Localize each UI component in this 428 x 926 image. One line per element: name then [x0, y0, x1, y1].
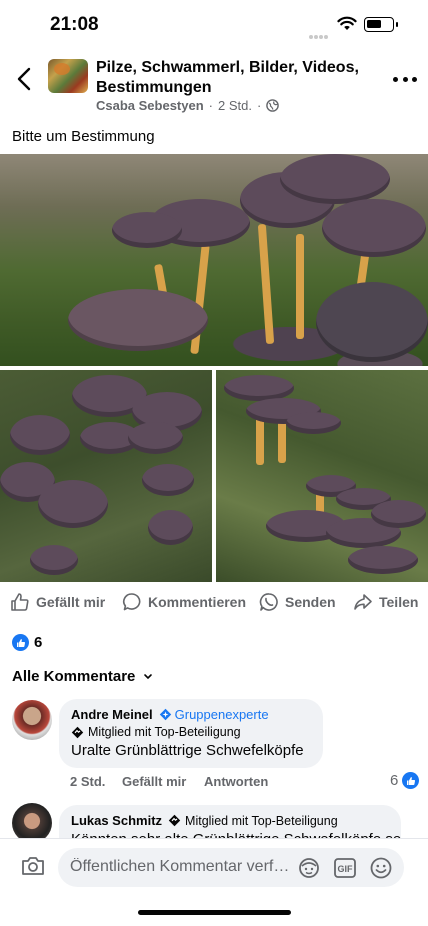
top-member-badge: Mitglied mit Top-Beteiligung [71, 725, 311, 739]
status-bar: 21:08 [0, 0, 428, 50]
reaction-count: 6 [34, 634, 43, 651]
expert-icon [159, 708, 171, 721]
svg-text:GIF: GIF [338, 864, 354, 874]
status-time: 21:08 [50, 14, 99, 35]
like-button-label: Gefällt mir [36, 594, 106, 610]
post-text: Bitte um Bestimmung [12, 128, 155, 145]
gif-icon: GIF [334, 858, 356, 878]
chevron-left-icon [17, 67, 31, 91]
comment-icon [123, 593, 141, 611]
send-button[interactable]: Senden [259, 592, 336, 612]
share-icon [354, 594, 372, 610]
back-button[interactable] [12, 64, 36, 94]
like-reaction-icon [12, 634, 29, 651]
camera-icon [22, 857, 44, 875]
expert-badge: Gruppenexperte [159, 707, 269, 722]
top-member-icon [168, 814, 181, 827]
post-photo-bottom-right[interactable] [216, 370, 428, 582]
comment-button-label: Kommentieren [148, 594, 247, 610]
camera-button[interactable] [21, 856, 45, 881]
comment-bubble: Andre Meinel Gruppenexperte Mitglied mit… [59, 699, 323, 768]
gif-button[interactable]: GIF [333, 856, 357, 885]
post-header: Pilze, Schwammerl, Bilder, Videos, Besti… [0, 50, 428, 122]
whatsapp-icon [259, 593, 278, 611]
smiley-icon [370, 857, 392, 879]
share-button[interactable]: Teilen [353, 592, 418, 612]
comment-like-button[interactable]: Gefällt mir [122, 774, 186, 789]
home-indicator[interactable] [138, 910, 291, 915]
post-photo-main[interactable] [0, 154, 428, 366]
meta-separator: · [208, 98, 214, 113]
share-button-label: Teilen [379, 594, 419, 610]
like-reaction-icon [402, 772, 420, 789]
emoji-button[interactable] [369, 856, 393, 885]
more-options-button[interactable] [393, 74, 417, 84]
signal-icon [309, 26, 331, 39]
comment-reply-button[interactable]: Antworten [204, 774, 268, 789]
top-member-badge: Mitglied mit Top-Beteiligung [168, 814, 338, 828]
comment-input-placeholder: Öffentlichen Kommentar verfassen… [70, 858, 292, 875]
expert-label: Gruppenexperte [174, 707, 269, 722]
like-button[interactable]: Gefällt mir [10, 592, 105, 612]
comment-button[interactable]: Kommentieren [122, 592, 246, 612]
comments-filter-dropdown[interactable]: Alle Kommentare [12, 668, 153, 685]
send-button-label: Senden [285, 594, 336, 610]
avatar-sticker-icon [299, 858, 319, 878]
battery-icon [364, 17, 398, 32]
wifi-icon [337, 16, 357, 36]
post-author[interactable]: Csaba Sebestyen [96, 98, 204, 113]
top-member-label: Mitglied mit Top-Beteiligung [88, 725, 241, 739]
top-member-icon [71, 726, 84, 738]
meta-separator-2: · [256, 98, 262, 113]
group-avatar[interactable] [48, 59, 88, 93]
globe-icon [266, 99, 280, 112]
post-photo-bottom-left[interactable] [0, 370, 212, 582]
comment-like-count: 6 [390, 772, 399, 789]
comment-avatar[interactable] [12, 803, 52, 843]
reaction-summary[interactable]: 6 [12, 634, 42, 651]
post-time[interactable]: 2 Std. [218, 98, 252, 113]
comment-input[interactable]: Öffentlichen Kommentar verfassen… GIF [58, 848, 404, 887]
thumbs-up-icon [11, 593, 29, 611]
comment-time[interactable]: 2 Std. [70, 774, 105, 789]
post-meta: Csaba Sebestyen · 2 Std. · [96, 98, 280, 113]
comment-author[interactable]: Andre Meinel [71, 707, 153, 722]
chevron-down-icon [144, 674, 153, 680]
post-action-bar: Gefällt mir Kommentieren Senden Teilen [0, 588, 428, 618]
comments-filter-label: Alle Kommentare [12, 668, 136, 685]
avatar-sticker-button[interactable] [297, 856, 321, 885]
comment-reaction-count[interactable]: 6 [390, 772, 420, 789]
comment-avatar[interactable] [12, 700, 52, 740]
comment-text: Uralte Grünblättrige Schwefelköpfe [71, 742, 304, 759]
comment-author[interactable]: Lukas Schmitz [71, 813, 162, 828]
top-member-label: Mitglied mit Top-Beteiligung [185, 813, 338, 828]
group-title[interactable]: Pilze, Schwammerl, Bilder, Videos, Besti… [96, 58, 366, 98]
